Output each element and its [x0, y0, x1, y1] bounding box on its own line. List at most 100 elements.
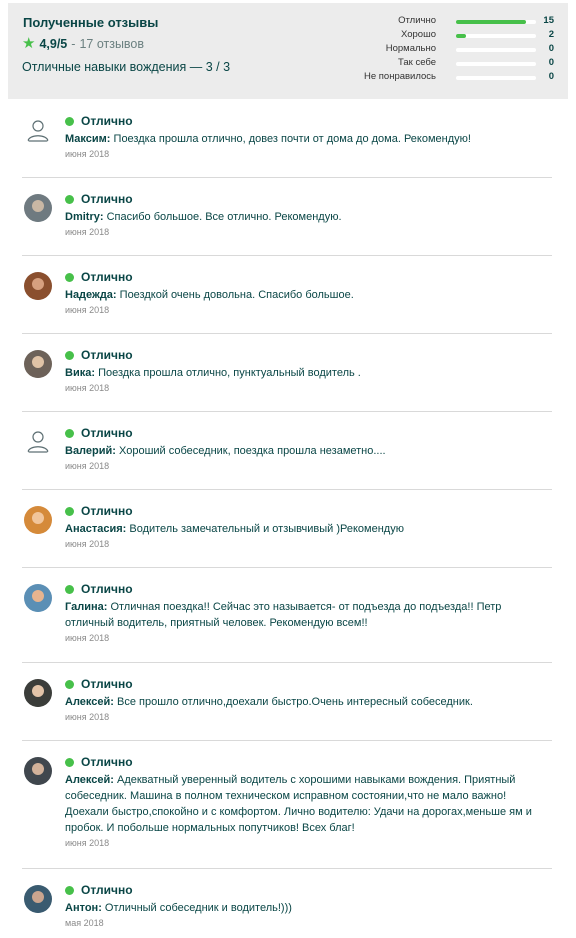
breakdown-count: 0 [548, 71, 554, 82]
review-author[interactable]: Dmitry: [65, 211, 104, 223]
review-date: июня 2018 [65, 633, 110, 643]
rating-line: ★ 4,9/5 - 17 отзывов [22, 36, 144, 51]
review-content: Отлично Надежда: Поездкой очень довольна.… [65, 269, 552, 315]
breakdown-row: Нормально 0 [354, 43, 554, 57]
review-item: Отлично Антон: Отличный собеседник и води… [22, 869, 552, 938]
review-item: Отлично Анастасия: Водитель замечательный… [22, 490, 552, 568]
review-status: Отлично [65, 503, 552, 519]
review-status-label: Отлично [81, 677, 133, 691]
breakdown-label: Так себе [398, 57, 436, 68]
breakdown-label: Нормально [385, 43, 436, 54]
review-content: Отлично Галина: Отличная поездка!! Сейчас… [65, 581, 552, 643]
review-text: Анастасия: Водитель замечательный и отзы… [65, 521, 552, 537]
status-dot-icon [65, 584, 74, 594]
review-item: Отлично Максим: Поездка прошла отлично, д… [22, 100, 552, 178]
review-status: Отлично [65, 754, 552, 770]
review-author[interactable]: Валерий: [65, 445, 116, 457]
status-dot-icon [65, 506, 74, 516]
review-status-label: Отлично [81, 426, 133, 440]
review-status-label: Отлично [81, 348, 133, 362]
breakdown-bar [456, 76, 536, 80]
review-item: Отлично Алексей: Адекватный уверенный вод… [22, 741, 552, 869]
review-body: Спасибо большое. Все отлично. Рекомендую… [106, 211, 342, 223]
review-status: Отлично [65, 269, 552, 285]
status-dot-icon [65, 757, 74, 767]
review-author[interactable]: Алексей: [65, 774, 114, 786]
breakdown-label: Отлично [398, 15, 436, 26]
breakdown-row: Отлично 15 [354, 15, 554, 29]
star-icon: ★ [22, 35, 36, 52]
review-author[interactable]: Надежда: [65, 289, 117, 301]
review-date: июня 2018 [65, 539, 110, 549]
review-author[interactable]: Анастасия: [65, 523, 126, 535]
avatar[interactable] [24, 679, 52, 707]
review-author[interactable]: Антон: [65, 902, 102, 914]
review-item: Отлично Валерий: Хороший собеседник, поез… [22, 412, 552, 490]
breakdown-count: 0 [548, 57, 554, 68]
review-content: Отлично Анастасия: Водитель замечательный… [65, 503, 552, 549]
summary-title: Полученные отзывы [23, 15, 159, 30]
avatar[interactable] [24, 350, 52, 378]
reviews-summary-panel: Полученные отзывы ★ 4,9/5 - 17 отзывов О… [8, 3, 568, 99]
review-status: Отлично [65, 113, 552, 129]
breakdown-bar [456, 34, 536, 38]
driving-skills: Отличные навыки вождения — 3 / 3 [22, 60, 231, 74]
review-text: Алексей: Адекватный уверенный водитель с… [65, 772, 552, 836]
avatar[interactable] [24, 757, 52, 785]
review-author[interactable]: Галина: [65, 601, 107, 613]
review-item: Отлично Алексей: Все прошло отлично,доеха… [22, 663, 552, 741]
review-status: Отлично [65, 581, 552, 597]
status-dot-icon [65, 194, 74, 204]
user-placeholder-icon[interactable] [24, 117, 52, 145]
status-dot-icon [65, 679, 74, 689]
rating-separator: - [71, 36, 76, 51]
status-dot-icon [65, 350, 74, 360]
user-placeholder-icon[interactable] [24, 428, 52, 456]
status-dot-icon [65, 116, 74, 126]
review-status: Отлично [65, 191, 552, 207]
review-text: Надежда: Поездкой очень довольна. Спасиб… [65, 287, 552, 303]
breakdown-count: 15 [543, 15, 554, 26]
breakdown-row: Не понравилось 0 [354, 71, 554, 85]
review-body: Поездкой очень довольна. Спасибо большое… [119, 289, 354, 301]
review-content: Отлично Алексей: Адекватный уверенный вод… [65, 754, 552, 848]
review-date: мая 2018 [65, 918, 104, 928]
review-date: июня 2018 [65, 227, 110, 237]
review-body: Отличный собеседник и водитель!))) [104, 902, 292, 914]
review-text: Алексей: Все прошло отлично,доехали быст… [65, 694, 552, 710]
avatar[interactable] [24, 272, 52, 300]
review-author[interactable]: Вика: [65, 367, 95, 379]
review-body: Хороший собеседник, поездка прошла незам… [119, 445, 386, 457]
breakdown-bar-fill [456, 34, 466, 38]
breakdown-row: Так себе 0 [354, 57, 554, 71]
breakdown-label: Не понравилось [363, 71, 436, 82]
review-body: Отличная поездка!! Сейчас это называется… [65, 601, 502, 629]
breakdown-count: 2 [548, 29, 554, 40]
review-text: Антон: Отличный собеседник и водитель!))… [65, 900, 552, 916]
review-status: Отлично [65, 347, 552, 363]
review-date: июня 2018 [65, 461, 110, 471]
review-item: Отлично Dmitry: Спасибо большое. Все отли… [22, 178, 552, 256]
avatar[interactable] [24, 885, 52, 913]
review-date: июня 2018 [65, 305, 110, 315]
review-text: Валерий: Хороший собеседник, поездка про… [65, 443, 552, 459]
breakdown-bar-fill [456, 20, 527, 24]
review-date: июня 2018 [65, 383, 110, 393]
avatar[interactable] [24, 506, 52, 534]
review-item: Отлично Галина: Отличная поездка!! Сейчас… [22, 568, 552, 663]
review-item: Отлично Вика: Поездка прошла отлично, пун… [22, 334, 552, 412]
review-status: Отлично [65, 425, 552, 441]
review-body: Поездка прошла отлично, пунктуальный вод… [98, 367, 361, 379]
review-status-label: Отлично [81, 114, 133, 128]
review-author[interactable]: Максим: [65, 133, 110, 145]
breakdown-row: Хорошо 2 [354, 29, 554, 43]
avatar[interactable] [24, 584, 52, 612]
review-status-label: Отлично [81, 270, 133, 284]
breakdown-bar [456, 48, 536, 52]
review-body: Поездка прошла отлично, довез почти от д… [113, 133, 471, 145]
review-content: Отлично Dmitry: Спасибо большое. Все отли… [65, 191, 552, 237]
review-status-label: Отлично [81, 883, 133, 897]
status-dot-icon [65, 272, 74, 282]
review-author[interactable]: Алексей: [65, 696, 114, 708]
avatar[interactable] [24, 194, 52, 222]
